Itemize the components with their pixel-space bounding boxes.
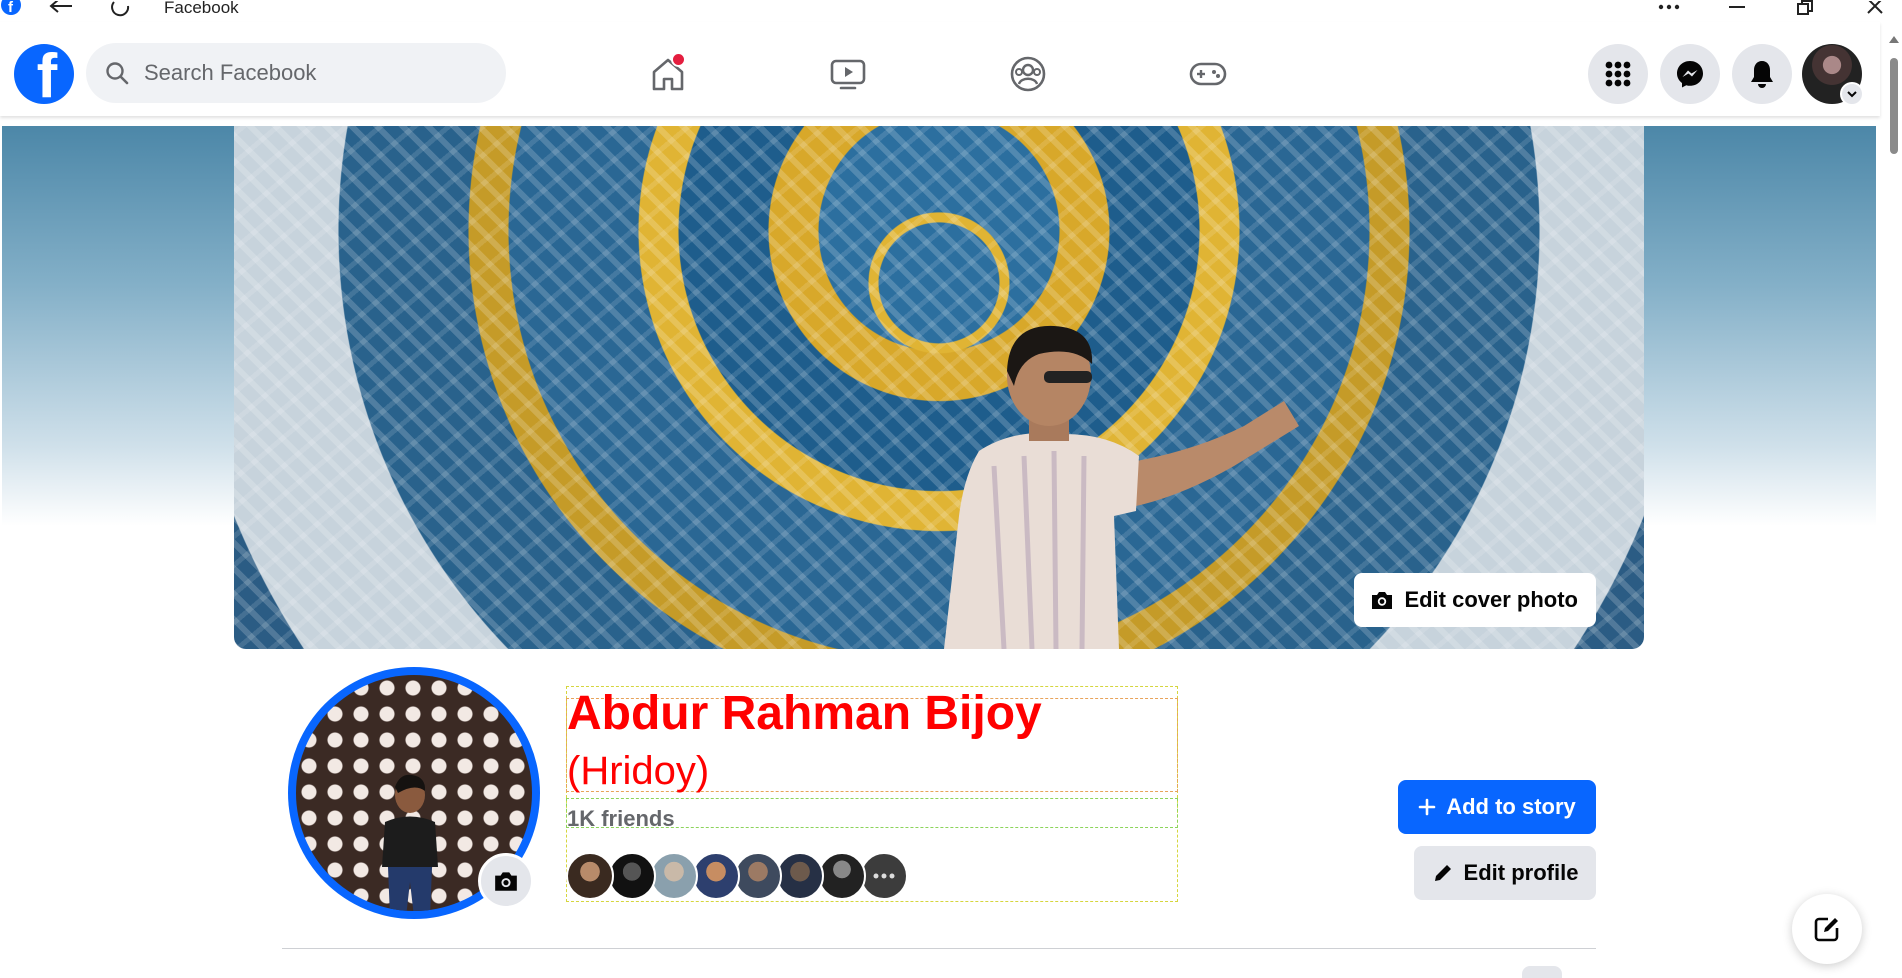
home-notification-dot [671,52,686,67]
edit-profile-button[interactable]: Edit profile [1414,846,1596,900]
chevron-down-icon [1840,82,1864,106]
nav-home-button[interactable] [646,52,690,96]
notifications-button[interactable] [1732,44,1792,104]
nav-groups-button[interactable] [1006,52,1050,96]
friend-avatar[interactable] [818,852,866,900]
friend-avatar[interactable] [650,852,698,900]
minimize-icon[interactable] [1724,0,1750,14]
restore-window-icon[interactable] [1792,0,1818,16]
scrollbar-thumb[interactable] [1890,58,1898,154]
add-to-story-button[interactable]: Add to story [1398,780,1596,834]
top-navigation-bar: f [0,22,1880,116]
menu-grid-icon [1605,61,1631,87]
edit-cover-photo-button[interactable]: Edit cover photo [1354,573,1596,627]
cover-photo[interactable]: Edit cover photo [234,126,1644,649]
edit-profile-label: Edit profile [1463,860,1579,885]
nav-watch-button[interactable] [826,52,870,96]
menu-button[interactable] [1588,44,1648,104]
messenger-button[interactable] [1660,44,1720,104]
refresh-icon[interactable] [108,0,134,18]
window-titlebar: f Facebook [0,0,1902,22]
plus-icon [1418,798,1436,816]
messenger-icon [1677,61,1703,88]
friend-avatar[interactable] [692,852,740,900]
page-scrollbar[interactable] [1886,36,1902,973]
profile-nickname: (Hridoy) [567,749,710,793]
profile-person-illustration [382,774,438,911]
facebook-favicon-icon: f [0,0,22,16]
friend-avatar[interactable] [776,852,824,900]
friend-avatar[interactable] [734,852,782,900]
update-profile-picture-button[interactable] [478,853,534,909]
more-dots-icon [873,873,895,879]
profile-divider [282,948,1596,949]
search-box[interactable] [86,43,506,103]
profile-more-button[interactable] [1522,966,1562,978]
camera-icon [495,872,517,891]
new-message-button[interactable] [1792,894,1862,964]
account-avatar[interactable] [1802,44,1864,106]
add-to-story-label: Add to story [1446,794,1576,819]
compose-icon [1814,917,1839,942]
search-icon [106,62,129,85]
edit-cover-label: Edit cover photo [1404,587,1578,612]
pencil-icon [1434,865,1451,881]
watch-icon [830,59,866,90]
more-options-icon[interactable] [1654,0,1684,14]
groups-icon [1010,56,1046,92]
nav-gaming-button[interactable] [1186,52,1230,96]
profile-name: Abdur Rahman Bijoy [567,687,1042,740]
back-arrow-icon[interactable] [46,0,76,16]
friend-avatar[interactable] [608,852,656,900]
scroll-up-arrow-icon[interactable] [1889,36,1899,43]
notifications-bell-icon [1751,61,1773,88]
cover-person-illustration [944,325,1299,649]
friend-avatar[interactable] [566,852,614,900]
facebook-logo-icon[interactable]: f [14,44,74,104]
search-input[interactable] [142,59,466,87]
gaming-icon [1189,62,1227,86]
camera-icon [1372,592,1393,609]
window-title: Facebook [164,0,239,17]
close-window-icon[interactable] [1862,0,1888,16]
more-friends-avatar[interactable] [860,852,908,900]
friends-count-link[interactable]: 1K friends [567,806,675,832]
